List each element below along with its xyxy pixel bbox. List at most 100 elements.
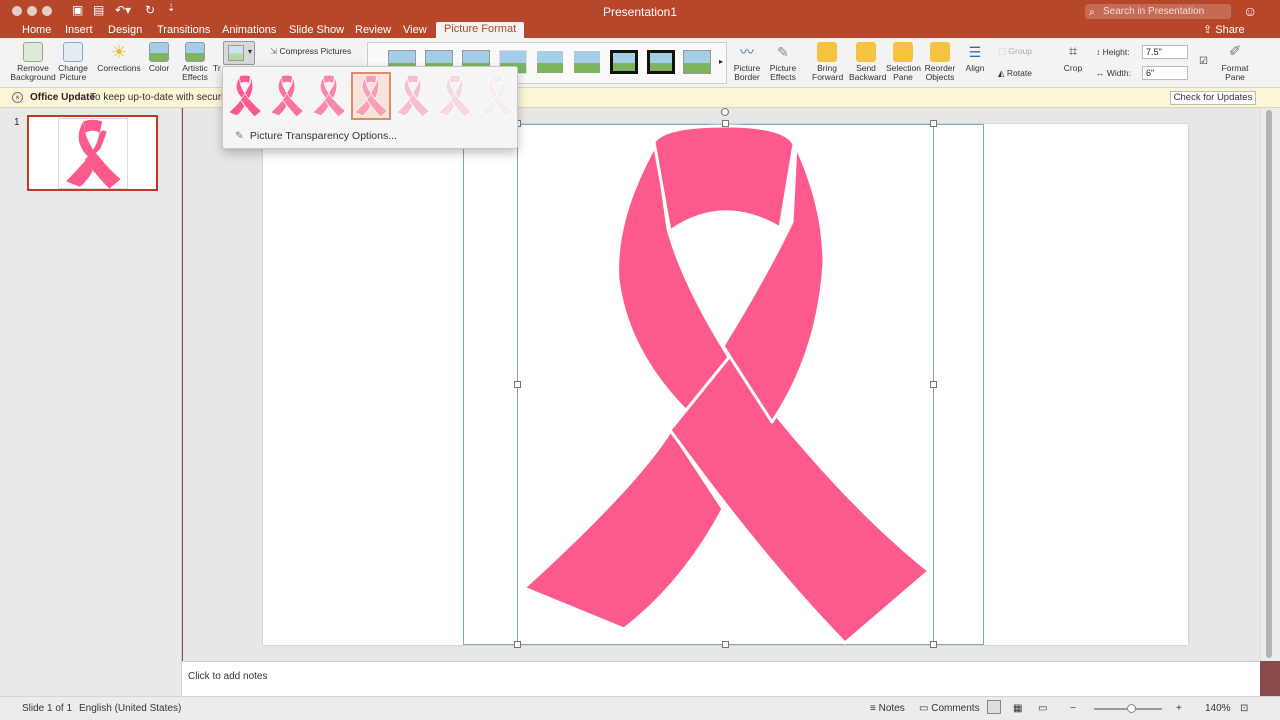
picture-border-button[interactable]: 〰 Picture Border: [732, 42, 762, 82]
zoom-level[interactable]: 140%: [1205, 703, 1231, 714]
check-for-updates-button[interactable]: Check for Updates: [1170, 91, 1256, 105]
close-icon[interactable]: ×: [12, 92, 23, 103]
transparency-preset-50[interactable]: [351, 72, 391, 120]
resize-handle-left[interactable]: [514, 381, 521, 388]
language-indicator[interactable]: English (United States): [79, 703, 181, 714]
transparency-preset-15[interactable]: [267, 72, 307, 120]
search-icon: ⌕: [1089, 7, 1095, 18]
reading-view-icon[interactable]: ▭: [1038, 703, 1047, 714]
picture-style-7[interactable]: [610, 50, 638, 74]
format-pane-button[interactable]: ✐ Format Pane: [1218, 42, 1252, 82]
resize-handle-bottom[interactable]: [722, 641, 729, 648]
tab-animations[interactable]: Animations: [222, 23, 276, 38]
picture-style-9[interactable]: [683, 50, 711, 74]
crop-button[interactable]: ⌗ Crop: [1061, 42, 1085, 73]
transparency-preset-80[interactable]: [435, 72, 475, 120]
picture-effects-button[interactable]: ✎ Picture Effects: [768, 42, 798, 82]
remove-background-button[interactable]: Remove Background: [10, 42, 56, 82]
change-picture-label: Change Picture: [58, 63, 88, 82]
ribbon-preset-icon: [312, 75, 346, 117]
color-button[interactable]: Color: [145, 42, 173, 73]
transparency-preset-0[interactable]: [225, 72, 265, 120]
remove-background-label: Remove Background: [10, 63, 56, 82]
tab-view[interactable]: View: [403, 23, 427, 38]
transparency-button[interactable]: ▾: [223, 41, 255, 65]
width-input[interactable]: 6": [1142, 66, 1188, 80]
picture-style-8[interactable]: [647, 50, 675, 74]
tab-home[interactable]: Home: [22, 23, 51, 38]
fit-to-window-icon[interactable]: ⊡: [1240, 703, 1248, 714]
zoom-in-icon[interactable]: +: [1176, 703, 1182, 714]
notes-toggle-button[interactable]: ≡ Notes: [870, 703, 905, 714]
artistic-effects-button[interactable]: Artistic Effects: [178, 42, 212, 82]
comments-button[interactable]: ▭ Comments: [919, 703, 980, 714]
title-bar: ▣ ▤ ↶▾ ↻ ⇣ Presentation1 ⌕ Search in Pre…: [0, 0, 1280, 22]
gallery-more-icon[interactable]: ▸: [719, 57, 723, 66]
awareness-ribbon-thumbnail-icon: [66, 119, 121, 189]
ribbon-tabs: Home Insert Design Transitions Animation…: [0, 22, 1280, 38]
scrollbar-thumb[interactable]: [1266, 110, 1272, 658]
search-input[interactable]: ⌕ Search in Presentation: [1085, 4, 1231, 19]
slide-canvas[interactable]: [263, 108, 1188, 648]
resize-handle-top[interactable]: [722, 120, 729, 127]
align-button[interactable]: ☰ Align: [962, 42, 988, 73]
transparency-options-icon: ✎: [235, 130, 244, 142]
picture-style-5[interactable]: [536, 50, 564, 74]
tab-transitions[interactable]: Transitions: [157, 23, 210, 38]
transparency-preset-95[interactable]: [477, 72, 517, 120]
awareness-ribbon-picture[interactable]: [518, 124, 934, 645]
transparency-preset-30[interactable]: [309, 72, 349, 120]
compress-pictures-button[interactable]: ⇲ Compress Pictures: [270, 46, 351, 57]
reorder-objects-button[interactable]: Reorder Objects: [923, 42, 957, 82]
rotation-handle[interactable]: [721, 108, 729, 116]
zoom-out-icon[interactable]: −: [1070, 703, 1076, 714]
picture-border-icon: 〰: [740, 44, 754, 60]
picture-transparency-options-item[interactable]: ✎ Picture Transparency Options...: [235, 130, 397, 142]
share-icon: ⇪: [1203, 24, 1216, 36]
selection-pane-button[interactable]: Selection Pane: [886, 42, 921, 82]
ribbon-preset-icon: [480, 75, 514, 117]
share-button[interactable]: ⇪ Share: [1203, 23, 1245, 36]
notes-pane[interactable]: Click to add notes: [182, 661, 1260, 696]
picture-effects-label: Picture Effects: [769, 63, 797, 82]
dropdown-arrow-icon: ▾: [248, 47, 253, 56]
zoom-slider-thumb[interactable]: [1127, 704, 1136, 713]
corrections-button[interactable]: ☀ Corrections: [97, 42, 141, 73]
group-label: Group: [1008, 46, 1033, 56]
group-button[interactable]: ⬚ Group: [998, 46, 1032, 57]
transparency-preset-65[interactable]: [393, 72, 433, 120]
share-label: Share: [1215, 24, 1245, 36]
slide-sorter-icon[interactable]: ▦: [1013, 703, 1022, 714]
selection-pane-label: Selection Pane: [886, 63, 921, 82]
transparency-icon: [228, 45, 244, 61]
feedback-smiley-icon[interactable]: ☺: [1243, 3, 1257, 19]
picture-style-6[interactable]: [573, 50, 601, 74]
change-picture-button[interactable]: Change Picture: [56, 42, 90, 82]
office-update-bar: × Office Update To keep up-to-date with …: [0, 88, 1280, 108]
send-backward-button[interactable]: Send Backward: [849, 42, 886, 82]
resize-handle-bottom-left[interactable]: [514, 641, 521, 648]
bring-forward-button[interactable]: Bring Forward: [812, 42, 843, 82]
zoom-slider[interactable]: [1094, 704, 1162, 713]
rotate-button[interactable]: ◭ Rotate: [998, 68, 1032, 79]
resize-handle-right[interactable]: [930, 381, 937, 388]
height-input[interactable]: 7.5": [1142, 45, 1188, 59]
slide-thumbnail[interactable]: [27, 115, 158, 191]
resize-handle-top-right[interactable]: [930, 120, 937, 127]
corrections-label: Corrections: [97, 63, 141, 73]
width-icon: ↔: [1096, 68, 1107, 78]
ribbon-top: [652, 124, 796, 233]
resize-handle-bottom-right[interactable]: [930, 641, 937, 648]
width-label: ↔ Width:: [1096, 68, 1131, 78]
tab-review[interactable]: Review: [355, 23, 391, 38]
tab-design[interactable]: Design: [108, 23, 142, 38]
vertical-scrollbar[interactable]: [1260, 108, 1280, 661]
tab-insert[interactable]: Insert: [65, 23, 93, 38]
tab-picture-format[interactable]: Picture Format: [436, 22, 525, 38]
tab-slide-show[interactable]: Slide Show: [289, 23, 344, 38]
reorder-objects-icon: [930, 42, 950, 62]
lock-aspect-checkbox[interactable]: ☑: [1199, 56, 1208, 67]
normal-view-icon[interactable]: [987, 700, 1001, 714]
align-label: Align: [965, 63, 985, 73]
crop-label: Crop: [1063, 63, 1083, 73]
